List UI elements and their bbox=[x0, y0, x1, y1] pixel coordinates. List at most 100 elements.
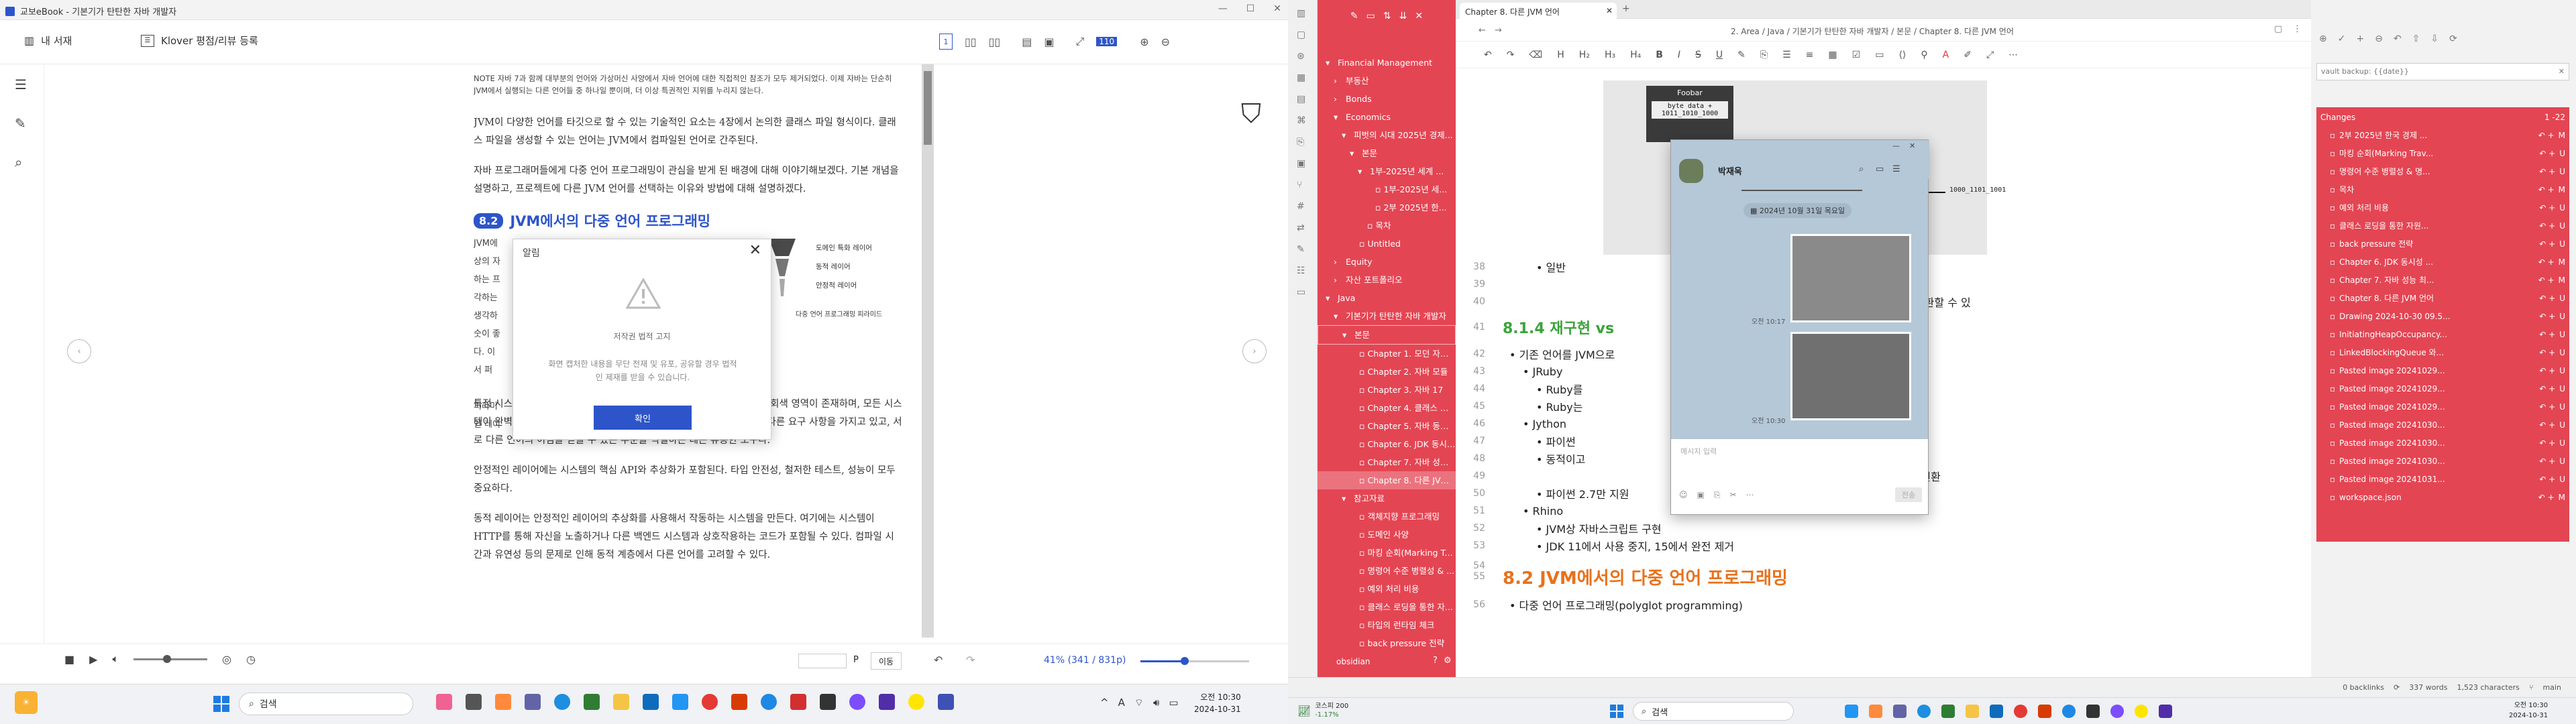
reading-progress-bar[interactable] bbox=[1140, 657, 1249, 665]
changed-file-item[interactable]: ▫ Pasted image 20241029... ↶ + U bbox=[2320, 362, 2565, 380]
file-actions-icon[interactable]: ↶ + bbox=[2539, 290, 2555, 308]
play-icon[interactable]: ▶ bbox=[89, 653, 97, 666]
new-tab-icon[interactable]: + bbox=[1622, 3, 1630, 14]
app-icon[interactable] bbox=[525, 694, 541, 710]
tts-speed-slider[interactable] bbox=[133, 654, 208, 663]
file-actions-icon[interactable]: ↶ + bbox=[2538, 272, 2555, 290]
editor-line[interactable]: 56 • 다중 언어 프로그래밍(polyglot programming) bbox=[1456, 599, 2311, 612]
app-icon[interactable] bbox=[2062, 705, 2076, 718]
stop-icon[interactable]: ■ bbox=[64, 653, 74, 666]
explorer-icon[interactable] bbox=[613, 694, 629, 710]
file-tree-item[interactable]: ▾ 참고자료 bbox=[1318, 489, 1456, 507]
kanban-icon[interactable]: ☷ bbox=[1297, 265, 1306, 276]
file-tree-item[interactable]: ▫ Chapter 2. 자바 모듈 bbox=[1318, 363, 1456, 381]
file-actions-icon[interactable]: ↶ + bbox=[2539, 434, 2555, 452]
new-note-icon[interactable]: ✎ bbox=[1350, 11, 1358, 21]
reading-view-icon[interactable]: ▢ bbox=[2274, 24, 2282, 34]
file-actions-icon[interactable]: ↶ + bbox=[2539, 326, 2555, 344]
taskbar-search[interactable]: ⌕ 검색 bbox=[1633, 702, 1794, 721]
app-icon[interactable] bbox=[2086, 705, 2100, 718]
two-page-cover-icon[interactable]: ▯▯ bbox=[989, 36, 1001, 48]
clock-date[interactable]: 2024-10-31 bbox=[1194, 703, 1241, 715]
highlight-icon[interactable]: ✎ bbox=[1737, 50, 1746, 60]
file-actions-icon[interactable]: ↶ + bbox=[2538, 181, 2555, 199]
h3-icon[interactable]: H₃ bbox=[1605, 50, 1615, 60]
file-tree-item[interactable]: ▫ 2부 2025년 한... bbox=[1318, 198, 1456, 217]
file-tree-item[interactable]: › 자산 포트폴리오 bbox=[1318, 271, 1456, 289]
unstage-icon[interactable]: ⊖ bbox=[2375, 34, 2383, 44]
single-page-icon[interactable]: 1 bbox=[939, 34, 953, 50]
file-tree-item[interactable]: ▫ 마킹 순회(Marking Tra... bbox=[1318, 544, 1456, 562]
clear-icon[interactable]: ✕ bbox=[2559, 67, 2565, 76]
scroll-view-icon[interactable]: ▤ bbox=[1022, 36, 1032, 48]
minimize-icon[interactable]: — bbox=[1218, 3, 1228, 14]
close-panel-icon[interactable]: ✕ bbox=[1415, 11, 1423, 21]
clear-format-icon[interactable]: ⌫ bbox=[1529, 50, 1542, 60]
bullet-list-icon[interactable]: ☰ bbox=[1782, 50, 1791, 60]
changed-file-item[interactable]: ▫ Chapter 6. JDK 동시성 ... ↶ + M bbox=[2320, 253, 2565, 272]
my-library-button[interactable]: ▥ 내 서재 bbox=[24, 34, 72, 48]
clock-date[interactable]: 2024-10-31 bbox=[2509, 711, 2548, 721]
pull-icon[interactable]: ⇩ bbox=[2430, 34, 2438, 44]
file-tree-item[interactable]: ▫ Chapter 1. 모던 자바 ... bbox=[1318, 345, 1456, 363]
graph-icon[interactable]: ⊛ bbox=[1297, 51, 1306, 62]
file-actions-icon[interactable]: ↶ + bbox=[2539, 398, 2555, 416]
app-icon[interactable] bbox=[466, 694, 482, 710]
branch-icon[interactable]: ⑂ bbox=[2529, 683, 2534, 692]
chrome-icon[interactable] bbox=[2014, 705, 2027, 718]
file-tree-item[interactable]: ▫ Chapter 5. 자바 동시... bbox=[1318, 417, 1456, 435]
back-icon[interactable]: ← bbox=[1479, 25, 1486, 36]
clock-time[interactable]: 오전 10:30 bbox=[1194, 691, 1240, 703]
tray-chevron-icon[interactable]: ^ bbox=[1100, 697, 1109, 709]
changed-file-item[interactable]: ▫ back pressure 전략 ↶ + U bbox=[2320, 235, 2565, 253]
edge-icon[interactable] bbox=[1917, 705, 1931, 718]
stage-all-icon[interactable]: + bbox=[2356, 34, 2364, 44]
canvas-icon[interactable]: ▦ bbox=[1297, 72, 1306, 83]
h4-icon[interactable]: H₄ bbox=[1630, 50, 1641, 60]
h2-icon[interactable]: H₂ bbox=[1579, 50, 1590, 60]
maximize-icon[interactable]: ☐ bbox=[1246, 3, 1255, 14]
file-tree-item[interactable]: ▾ 기본기가 탄탄한 자바 개발자 bbox=[1318, 307, 1456, 325]
emoticon-icon[interactable]: ▣ bbox=[1697, 490, 1705, 500]
file-tree-item[interactable]: ▫ 명령어 수준 병렬성 & ... bbox=[1318, 562, 1456, 580]
file-tree-item[interactable]: ▾ 본문 bbox=[1318, 325, 1456, 345]
timer-icon[interactable]: ◷ bbox=[246, 653, 256, 666]
file-tree-item[interactable]: ▫ Chapter 3. 자바 17 bbox=[1318, 381, 1456, 399]
file-tree-item[interactable]: ▫ 도메인 사양 bbox=[1318, 526, 1456, 544]
sort-icon[interactable]: ⇅ bbox=[1383, 11, 1391, 21]
changed-file-item[interactable]: ▫ Pasted image 20241030... ↶ + U bbox=[2320, 434, 2565, 452]
changed-file-item[interactable]: ▫ Pasted image 20241030... ↶ + U bbox=[2320, 452, 2565, 471]
file-actions-icon[interactable]: ↶ + bbox=[2538, 127, 2555, 145]
file-actions-icon[interactable]: ↶ + bbox=[2539, 163, 2555, 181]
comment-icon[interactable]: ▭ bbox=[1875, 50, 1884, 60]
close-icon[interactable]: ✕ bbox=[1273, 3, 1281, 14]
edge-icon[interactable] bbox=[554, 694, 570, 710]
attach-file-icon[interactable]: ⎘ bbox=[1714, 490, 1721, 500]
file-tree-item[interactable]: ▫ Untitled bbox=[1318, 235, 1456, 253]
changed-file-item[interactable]: ▫ 명령어 수준 병렬성 & 명... ↶ + U bbox=[2320, 163, 2565, 181]
excalidraw-icon[interactable]: ✎ bbox=[1297, 244, 1306, 255]
close-icon[interactable]: ✕ bbox=[1909, 141, 1915, 150]
app-icon[interactable] bbox=[1845, 705, 1858, 718]
zoom-select[interactable]: 110 bbox=[1096, 37, 1118, 46]
number-list-icon[interactable]: ≡ bbox=[1806, 50, 1814, 60]
app-icon[interactable] bbox=[820, 694, 836, 710]
changed-file-item[interactable]: ▫ Drawing 2024-10-30 09.5... ↶ + U bbox=[2320, 308, 2565, 326]
volume-icon[interactable]: 🔈︎ bbox=[112, 652, 119, 666]
outlook-icon[interactable] bbox=[643, 694, 659, 710]
bold-icon[interactable]: B bbox=[1656, 50, 1663, 60]
file-tree-item[interactable]: ▫ 예외 처리 비용 bbox=[1318, 580, 1456, 598]
file-actions-icon[interactable]: ↶ + bbox=[2538, 489, 2555, 507]
kakaotalk-icon[interactable] bbox=[908, 694, 924, 710]
editor-line[interactable]: 55 8.2 JVM에서의 다중 언어 프로그래밍 bbox=[1456, 568, 2311, 589]
fullscreen-icon[interactable]: ⤢ bbox=[1075, 35, 1084, 48]
windows-start-icon[interactable] bbox=[1610, 705, 1623, 718]
file-actions-icon[interactable]: ↶ + bbox=[2539, 380, 2555, 398]
search-icon[interactable]: ⌕ bbox=[1859, 164, 1864, 174]
file-tree-item[interactable]: ▫ Chapter 6. JDK 동시성... bbox=[1318, 435, 1456, 453]
bookmark-icon[interactable]: ⛉ bbox=[1241, 101, 1261, 134]
chrome-icon[interactable] bbox=[702, 694, 718, 710]
drawer-icon[interactable]: ▭ bbox=[1876, 164, 1884, 174]
text-color-icon[interactable]: A bbox=[1943, 50, 1949, 60]
commit-message-input[interactable]: vault backup: {{date}} ✕ bbox=[2316, 63, 2569, 80]
